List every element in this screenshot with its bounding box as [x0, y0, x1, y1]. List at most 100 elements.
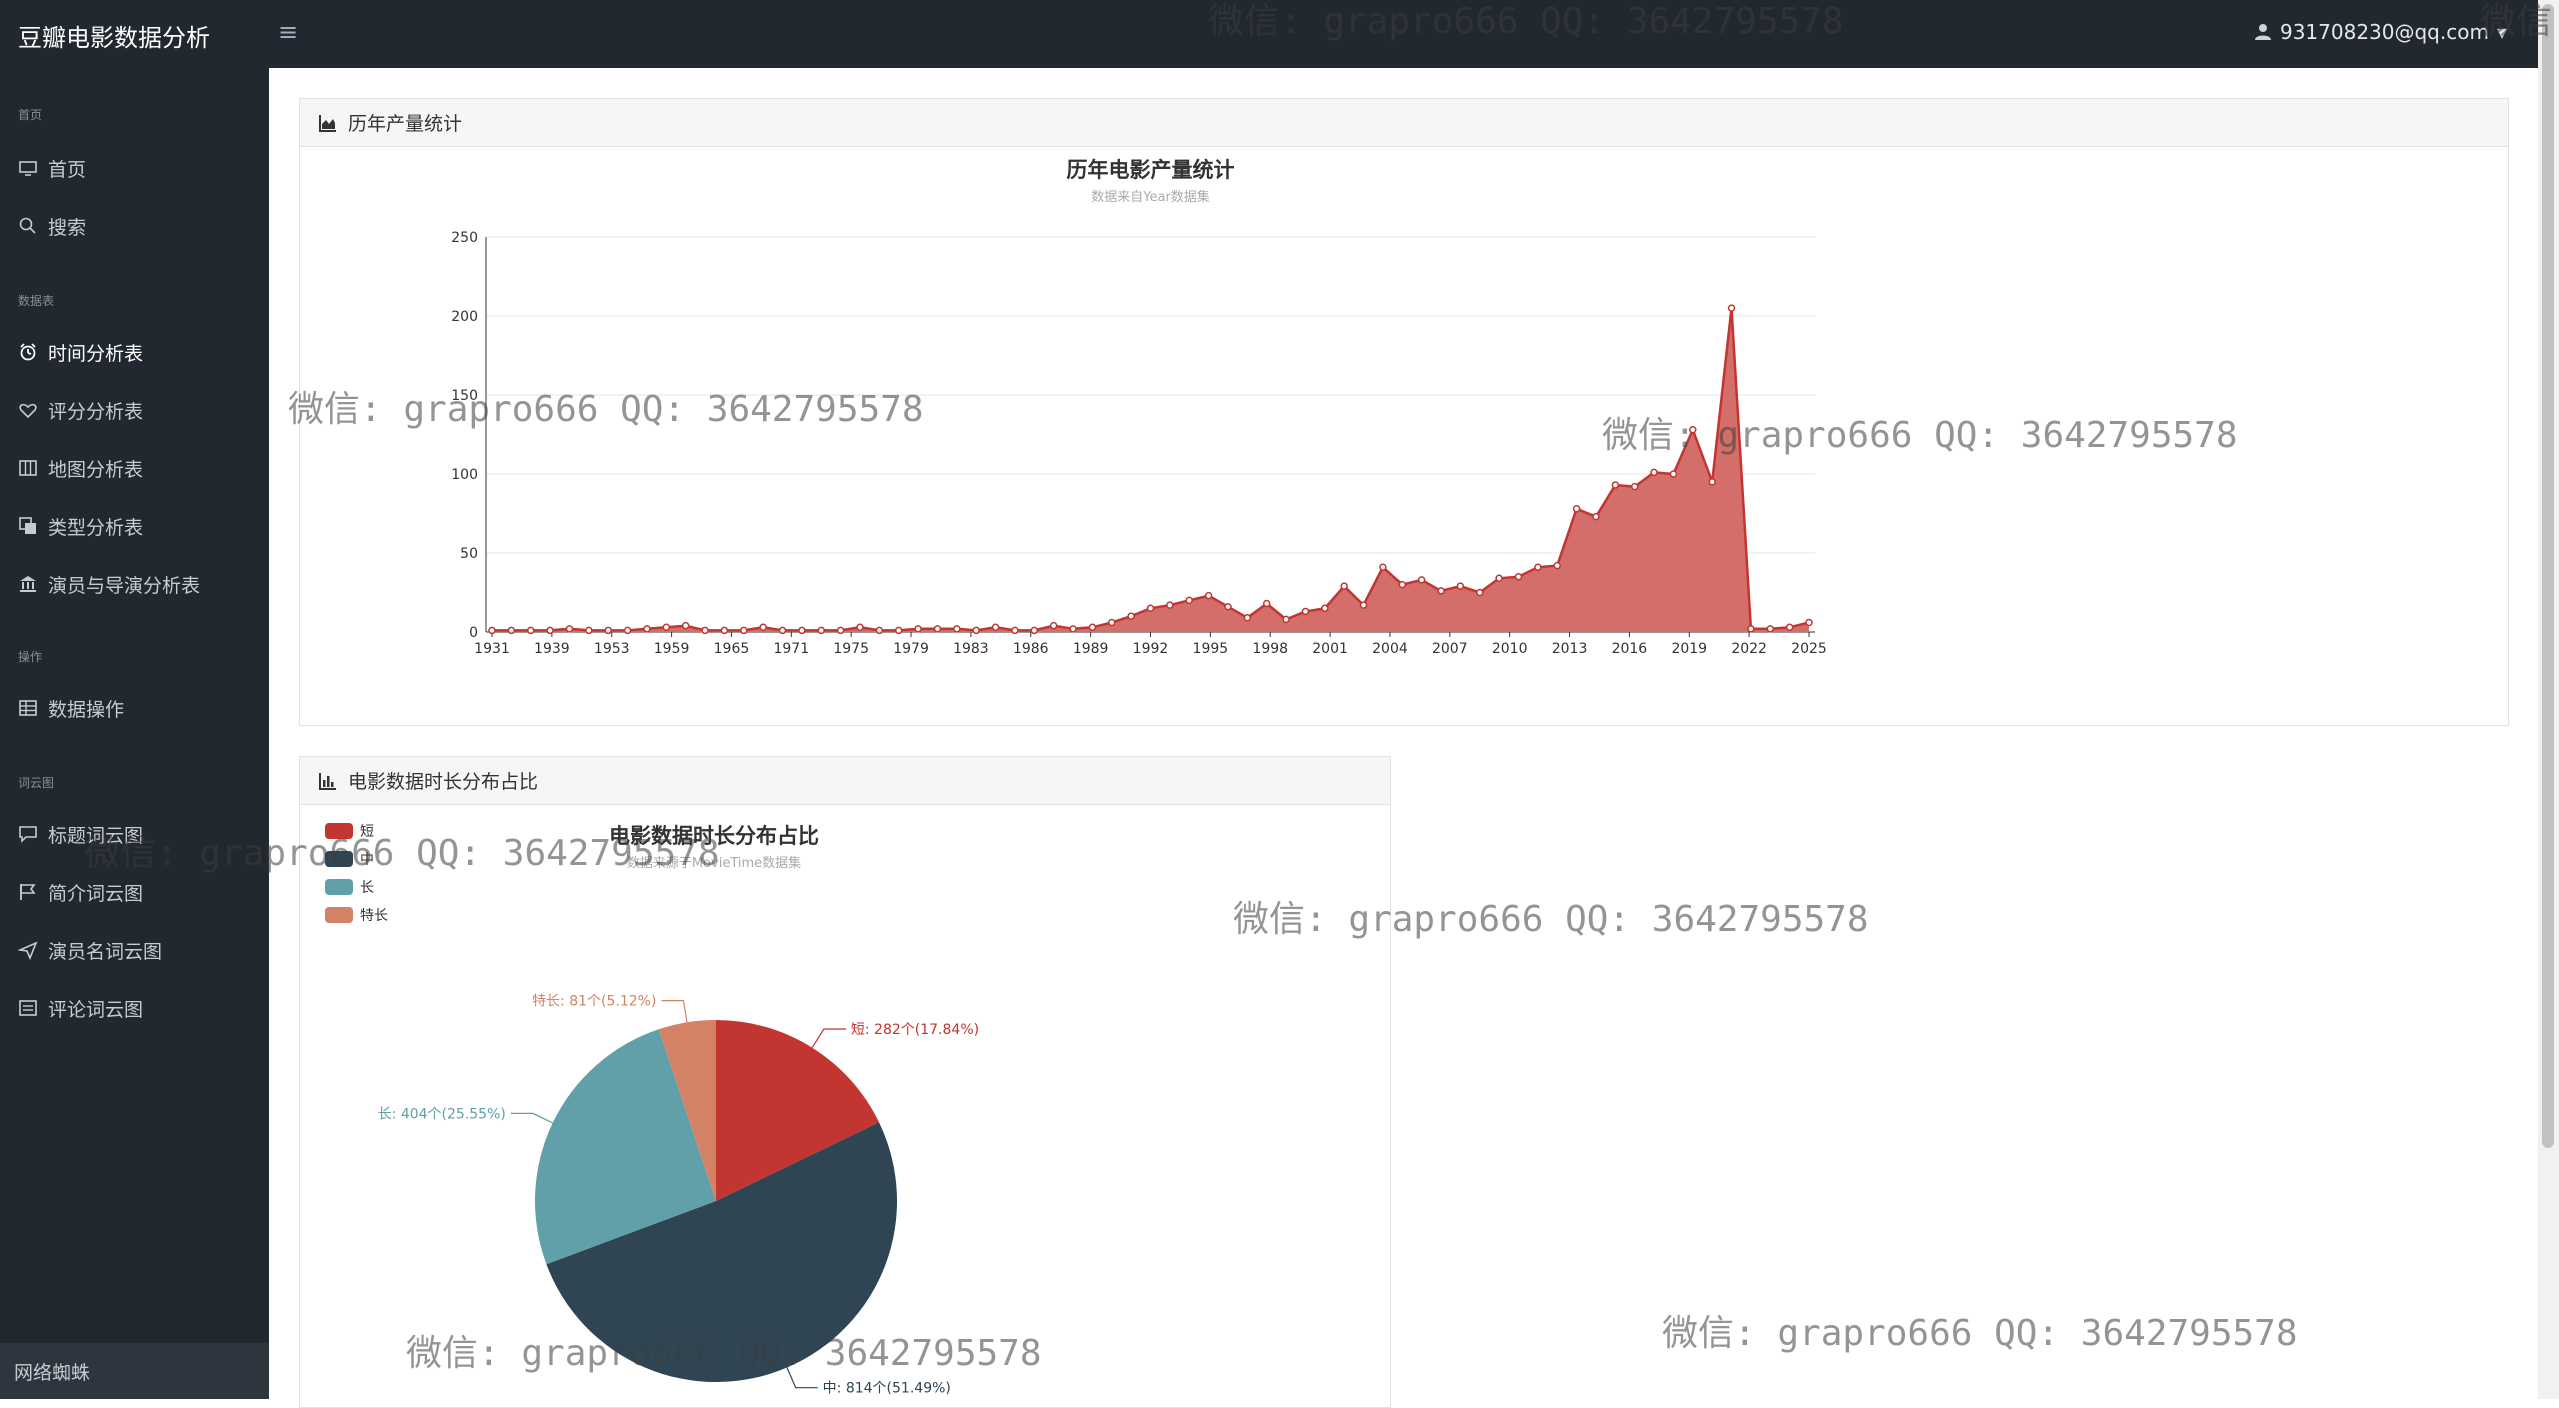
data-point: [526, 626, 535, 635]
data-point: [1708, 478, 1716, 486]
x-tick-label: 1975: [833, 641, 869, 657]
pie-label-line: [510, 1112, 553, 1124]
chart-subtitle: 数据来源于MovieTime数据集: [627, 855, 801, 871]
chart-title: 历年电影产量统计: [1067, 158, 1235, 182]
sidebar-section-home: 首页: [18, 108, 43, 122]
x-tick-label: 1965: [714, 641, 750, 657]
bank-icon: [20, 576, 36, 592]
pie-label-line: [661, 1000, 688, 1023]
data-point: [546, 626, 554, 635]
sidebar-item-time-analysis[interactable]: 时间分析表: [18, 334, 143, 370]
chart-title: 电影数据时长分布占比: [609, 824, 819, 848]
sidebar-item-label: 评论词云图: [48, 998, 144, 1021]
x-tick-label: 2025: [1791, 641, 1827, 657]
area-chart-icon: [319, 114, 336, 132]
data-point: [1534, 563, 1542, 571]
x-tick-label: 1995: [1193, 641, 1229, 657]
data-point: [701, 626, 709, 635]
data-point: [1417, 576, 1426, 584]
legend-swatch: [325, 907, 353, 923]
x-tick-label: 2016: [1612, 641, 1648, 657]
search-icon: [19, 217, 36, 234]
x-tick-label: 2019: [1671, 641, 1707, 657]
data-point: [1766, 625, 1775, 633]
data-point: [740, 626, 748, 635]
sidebar-item-home[interactable]: 首页: [18, 150, 86, 186]
sidebar-item-label: 标题词云图: [48, 824, 144, 847]
data-point: [681, 621, 690, 630]
data-point: [798, 626, 806, 635]
data-point: [585, 626, 593, 635]
x-tick-label: 1939: [534, 641, 570, 657]
data-point: [759, 623, 767, 632]
legend-label: 特长: [360, 908, 388, 924]
sidebar-section-operations: 操作: [18, 650, 43, 664]
data-point: [1476, 588, 1484, 597]
data-point: [933, 625, 942, 633]
app-brand[interactable]: 豆瓣电影数据分析: [18, 18, 210, 53]
data-point: [1379, 563, 1387, 571]
top-navbar: 豆瓣电影数据分析 ≡ 931708230@qq.com ▾: [0, 0, 2559, 68]
y-tick-label: 250: [451, 230, 478, 246]
data-point: [1166, 601, 1174, 609]
data-point: [488, 626, 496, 635]
sidebar-item-search[interactable]: 搜索: [18, 208, 86, 244]
series-area: [492, 308, 1809, 632]
sidebar-item-label: 演员名词云图: [48, 940, 163, 963]
x-tick-label: 2013: [1552, 641, 1588, 657]
sidebar-item-label: 评分分析表: [48, 400, 144, 423]
pie-label-line: [786, 1367, 818, 1389]
menu-toggle-button[interactable]: ≡: [278, 18, 298, 46]
comment-icon: [19, 826, 37, 843]
monitor-icon: [19, 161, 37, 176]
data-point: [1495, 574, 1503, 583]
list-icon: [19, 1000, 37, 1016]
sidebar: 首页 首页 搜索 数据表 时间分析表 评分分析表 地图分析表 类型分析表 演员与…: [0, 68, 269, 1399]
x-tick-label: 1998: [1252, 641, 1288, 657]
sidebar-item-type-analysis[interactable]: 类型分析表: [18, 508, 143, 544]
map-icon: [19, 460, 37, 476]
data-point: [914, 625, 922, 633]
data-point: [1108, 618, 1116, 627]
sidebar-item-actor-wordcloud[interactable]: 演员名词云图: [18, 932, 162, 968]
data-point: [1747, 625, 1755, 633]
sidebar-item-rating-analysis[interactable]: 评分分析表: [18, 392, 143, 428]
data-point: [836, 626, 845, 635]
data-point: [1611, 481, 1620, 489]
panel-title: 历年产量统计: [348, 113, 463, 135]
sidebar-section-wordcloud: 词云图: [18, 776, 55, 790]
pie-label-line: [811, 1028, 846, 1049]
scrollbar-thumb[interactable]: [2542, 4, 2554, 1148]
data-point: [1669, 470, 1678, 478]
data-point: [1553, 561, 1561, 570]
legend-swatch: [325, 823, 353, 839]
data-point: [856, 623, 864, 632]
sidebar-item-map-analysis[interactable]: 地图分析表: [18, 450, 143, 486]
legend-swatch: [325, 851, 353, 867]
sidebar-item-actor-director-analysis[interactable]: 演员与导演分析表: [18, 566, 200, 602]
data-point: [507, 626, 516, 635]
panel-header: 电影数据时长分布占比: [300, 757, 1390, 805]
send-icon: [18, 941, 38, 960]
sidebar-item-title-wordcloud[interactable]: 标题词云图: [18, 816, 143, 852]
x-tick-label: 1989: [1073, 641, 1109, 657]
panel-title: 电影数据时长分布占比: [348, 771, 539, 793]
user-menu[interactable]: 931708230@qq.com ▾: [2254, 20, 2507, 44]
data-point: [1204, 591, 1213, 600]
sidebar-item-data-operations[interactable]: 数据操作: [18, 690, 124, 726]
sidebar-item-label: 首页: [48, 158, 87, 181]
data-point: [1224, 602, 1232, 611]
data-point: [1437, 587, 1445, 595]
sidebar-item-comment-wordcloud[interactable]: 评论词云图: [18, 990, 143, 1026]
data-point: [1011, 626, 1019, 635]
data-point: [1456, 582, 1465, 590]
x-tick-label: 1983: [953, 641, 989, 657]
data-point: [1185, 596, 1193, 605]
legend-swatch: [325, 879, 353, 895]
page-scrollbar[interactable]: [2538, 0, 2559, 1399]
sidebar-item-label: 演员与导演分析表: [48, 574, 201, 597]
sidebar-section-tables: 数据表: [18, 294, 55, 308]
sidebar-item-intro-wordcloud[interactable]: 简介词云图: [18, 874, 143, 910]
data-point: [1572, 505, 1581, 513]
x-tick-label: 1986: [1013, 641, 1049, 657]
